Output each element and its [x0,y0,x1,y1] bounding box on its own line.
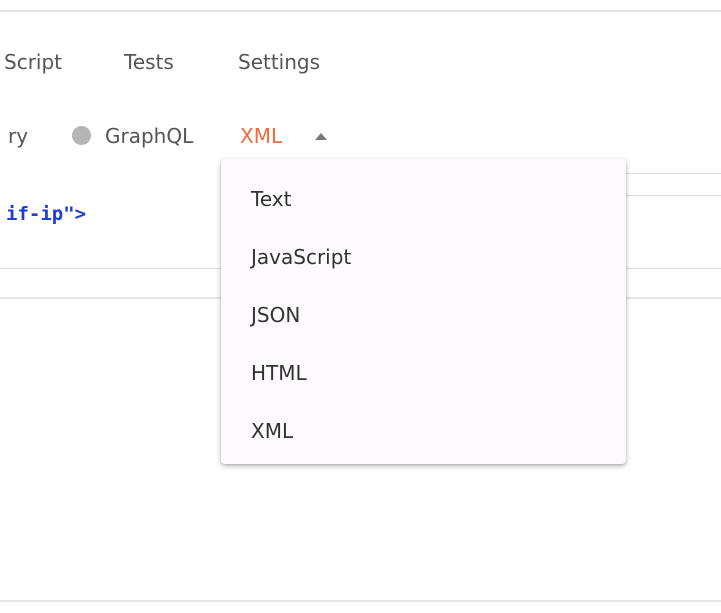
tab-settings[interactable]: Settings [238,50,320,74]
dropdown-option-json[interactable]: JSON [221,286,626,344]
tab-pre-request-script[interactable]: Script [4,50,62,74]
code-editor-line[interactable]: if-ip"> [6,203,86,225]
bottom-divider [0,600,721,602]
dropdown-option-xml[interactable]: XML [221,402,626,460]
radio-unselected-icon[interactable] [72,126,91,145]
top-divider [0,10,721,12]
editor-top-border-2 [626,195,721,196]
dropdown-option-html[interactable]: HTML [221,344,626,402]
dropdown-option-javascript[interactable]: JavaScript [221,228,626,286]
body-type-graphql[interactable]: GraphQL [105,124,193,148]
body-type-binary[interactable]: ry [8,124,28,148]
dropdown-option-text[interactable]: Text [221,170,626,228]
editor-top-border [626,173,721,174]
language-dropdown-menu: Text JavaScript JSON HTML XML [221,159,626,464]
caret-up-icon[interactable] [315,133,327,140]
tab-tests[interactable]: Tests [124,50,174,74]
body-type-xml[interactable]: XML [240,124,282,148]
